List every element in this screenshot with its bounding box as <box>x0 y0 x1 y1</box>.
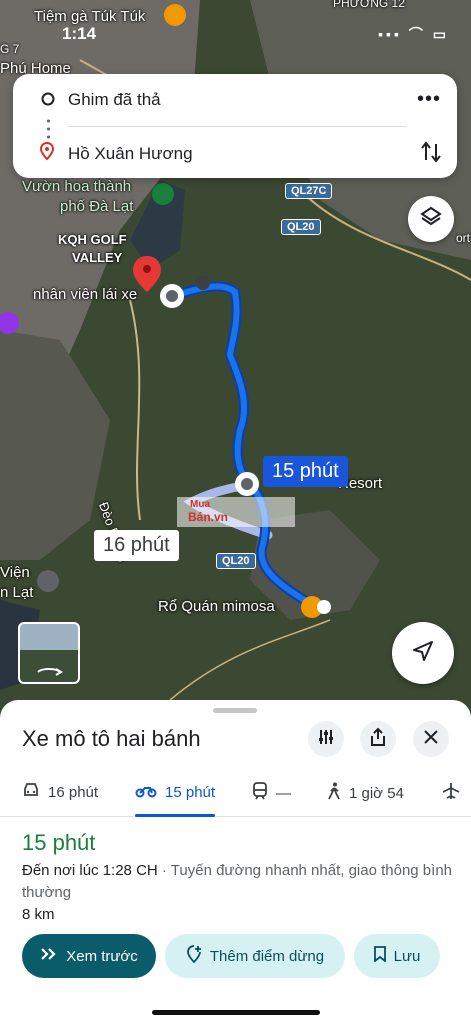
route-summary: Đến nơi lúc 1:28 CH · Tuyến đường nhanh … <box>22 860 452 904</box>
directions-card: Ghim đã thả Hồ Xuân Hương ••• <box>13 74 457 178</box>
origin-circle-icon <box>41 92 55 111</box>
location-pin-icon <box>39 141 55 165</box>
origin-row[interactable]: Ghim đã thả <box>13 74 457 124</box>
route-options-button[interactable] <box>308 721 344 757</box>
route-duration: 15 phút <box>22 830 96 855</box>
status-icons: ▪▪▪ ⌒ ▭ <box>378 26 449 42</box>
share-icon <box>369 727 387 752</box>
tab-flight[interactable] <box>442 782 460 804</box>
layers-icon <box>420 206 442 233</box>
status-time: 1:14 <box>62 24 97 43</box>
add-location-icon <box>186 945 202 967</box>
double-chevron-icon <box>40 947 58 965</box>
transit-icon <box>252 782 268 804</box>
walk-icon <box>327 782 341 804</box>
map-label-vien-2: n Lạt <box>0 584 34 601</box>
sheet-title: Xe mô tô hai bánh <box>22 726 201 751</box>
preview-button-label: Xem trước <box>66 947 138 965</box>
share-button[interactable] <box>360 721 396 757</box>
map-label-driver: nhân viên lái xe <box>33 286 138 303</box>
car-icon <box>22 782 40 802</box>
flight-icon <box>442 782 460 804</box>
save-button[interactable]: Lưu <box>354 934 440 978</box>
tab-car-label: 16 phút <box>48 783 99 801</box>
destination-field[interactable]: Hồ Xuân Hương <box>68 144 193 164</box>
close-icon <box>424 729 438 749</box>
tab-car[interactable]: 16 phút <box>22 782 98 802</box>
street-view-thumbnail[interactable] <box>18 622 80 684</box>
route-distance: 8 km <box>22 906 55 923</box>
tab-motorbike[interactable]: 15 phút <box>135 782 215 802</box>
map-label-kqh-1: KQH GOLF <box>58 232 127 247</box>
layers-button[interactable] <box>408 196 454 242</box>
home-indicator <box>152 1010 320 1015</box>
destination-row[interactable]: Hồ Xuân Hương <box>13 128 457 178</box>
navigation-arrow-icon <box>411 639 435 668</box>
active-tab-indicator <box>135 814 215 817</box>
add-stop-button[interactable]: Thêm điểm dừng <box>165 934 345 978</box>
road-shield-ql27c: QL27C <box>285 183 333 199</box>
route-time-badge-selected[interactable]: 15 phút <box>263 456 348 487</box>
route-details-sheet[interactable]: Xe mô tô hai bánh 16 phút 15 phút — 1 gi… <box>0 700 471 1024</box>
more-options-icon[interactable]: ••• <box>417 88 441 111</box>
tab-motorbike-label: 15 phút <box>165 783 216 801</box>
map-label-right: ort <box>456 231 471 245</box>
road-shield-ql20-2: QL20 <box>216 553 256 569</box>
swap-icon[interactable] <box>421 140 441 169</box>
save-button-label: Lưu <box>393 947 421 965</box>
tab-transit[interactable]: — <box>252 782 291 804</box>
map-label-ward: PHƯỜNG 12 <box>333 0 405 10</box>
map-label-vien-1: Viện <box>0 564 30 581</box>
sliders-icon <box>317 728 335 751</box>
close-button[interactable] <box>413 721 449 757</box>
tab-walk-label: 1 giờ 54 <box>349 784 404 802</box>
map-view[interactable]: 1:14 ▪▪▪ ⌒ ▭ Tiệm gà Túk Túk PHƯỜNG 12 P… <box>0 0 471 720</box>
map-label-poi[interactable]: Tiệm gà Túk Túk <box>34 8 145 25</box>
watermark-text-1: Mua <box>190 499 210 510</box>
sheet-drag-handle[interactable] <box>213 708 257 713</box>
travel-mode-tabs: 16 phút 15 phút — 1 giờ 54 <box>0 774 471 817</box>
tab-transit-label: — <box>276 784 291 802</box>
navigation-button[interactable] <box>392 622 454 684</box>
motorbike-icon <box>135 782 157 802</box>
map-label-park-1[interactable]: Vườn hoa thành <box>22 178 131 195</box>
map-label-park-2[interactable]: phố Đà Lạt <box>60 198 133 215</box>
arrival-time: Đến nơi lúc 1:28 CH <box>22 862 158 879</box>
bookmark-icon <box>373 946 386 966</box>
watermark-text-2: Bán.vn <box>188 510 229 524</box>
route-time-badge-alternate[interactable]: 16 phút <box>94 530 179 561</box>
road-shield-ql20: QL20 <box>281 219 321 235</box>
preview-button[interactable]: Xem trước <box>22 934 156 978</box>
map-label-mimosa[interactable]: Rổ Quán mimosa <box>158 598 275 615</box>
add-stop-button-label: Thêm điểm dừng <box>209 947 325 965</box>
origin-field[interactable]: Ghim đã thả <box>68 90 161 110</box>
map-label-g7: G 7 <box>0 42 20 56</box>
divider <box>68 126 407 127</box>
tab-walk[interactable]: 1 giờ 54 <box>327 782 404 804</box>
map-label-kqh-2: VALLEY <box>72 250 123 265</box>
